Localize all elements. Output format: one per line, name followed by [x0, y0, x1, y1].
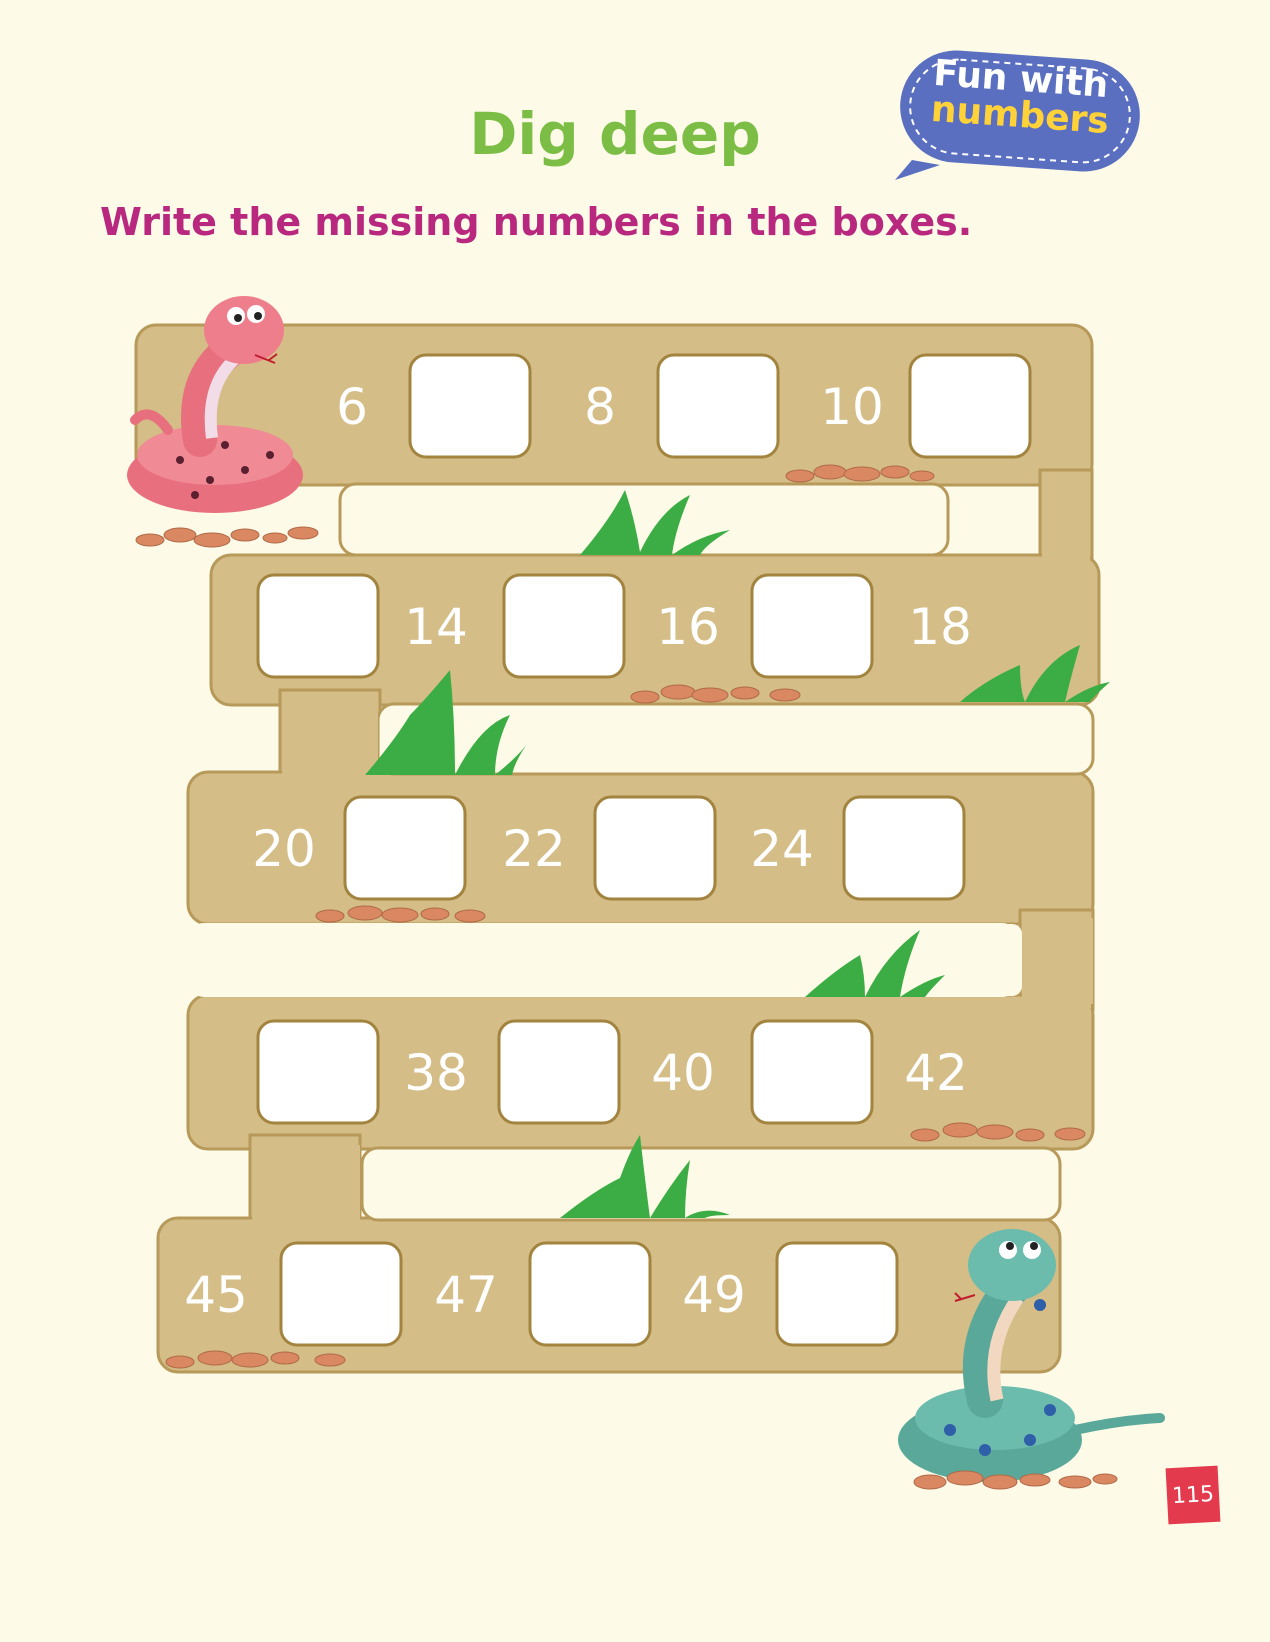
- given-number: 40: [651, 1044, 715, 1102]
- given-number: 16: [656, 598, 720, 656]
- given-number: 14: [404, 598, 468, 656]
- answer-box[interactable]: [593, 795, 717, 901]
- answer-box[interactable]: [656, 353, 780, 459]
- answer-box[interactable]: [408, 353, 532, 459]
- answer-box[interactable]: [528, 1241, 652, 1347]
- given-number: 24: [750, 820, 814, 878]
- given-number: 22: [502, 820, 566, 878]
- answer-box[interactable]: [256, 573, 380, 679]
- answer-box[interactable]: [842, 795, 966, 901]
- answer-box[interactable]: [775, 1241, 899, 1347]
- badge-text: Fun with numbers: [930, 53, 1113, 142]
- page-number: 115: [1165, 1465, 1221, 1525]
- number-path-board: 6 8 10 14 16 18 20 22 24 38 40 42 45 47 49: [127, 50, 1165, 1490]
- answer-box[interactable]: [750, 573, 874, 679]
- given-number: 38: [404, 1044, 468, 1102]
- answer-box[interactable]: [256, 1019, 380, 1125]
- answer-box[interactable]: [502, 573, 626, 679]
- answer-box[interactable]: [750, 1019, 874, 1125]
- instruction-text: Write the missing numbers in the boxes.: [100, 200, 973, 244]
- given-number: 45: [184, 1266, 248, 1324]
- answer-box[interactable]: [343, 795, 467, 901]
- given-number: 49: [682, 1266, 746, 1324]
- given-number: 8: [584, 378, 616, 436]
- given-number: 47: [434, 1266, 498, 1324]
- given-number: 10: [820, 378, 884, 436]
- given-number: 18: [908, 598, 972, 656]
- answer-box[interactable]: [279, 1241, 403, 1347]
- given-number: 42: [904, 1044, 968, 1102]
- answer-box[interactable]: [497, 1019, 621, 1125]
- answer-box[interactable]: [908, 353, 1032, 459]
- given-number: 6: [336, 378, 368, 436]
- given-number: 20: [252, 820, 316, 878]
